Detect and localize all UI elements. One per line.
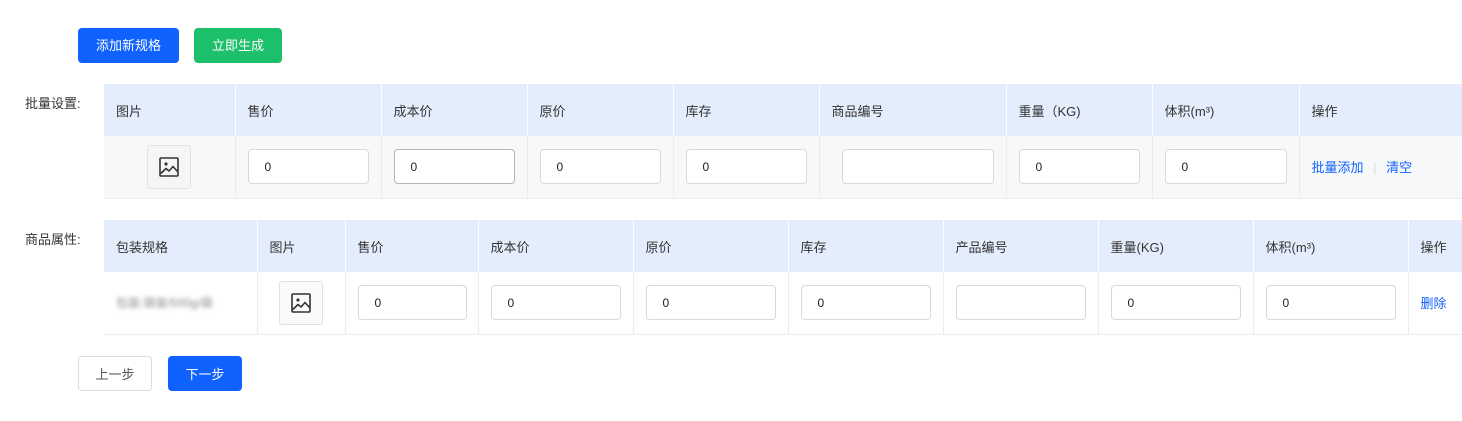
- attrs-col-stock: 库存: [788, 220, 944, 272]
- attrs-col-sku: 产品编号: [943, 220, 1099, 272]
- batch-row: 批量添加 | 清空: [104, 136, 1462, 199]
- batch-col-image: 图片: [104, 84, 236, 136]
- attrs-col-image: 图片: [257, 220, 346, 272]
- batch-stock-input[interactable]: [685, 149, 807, 185]
- batch-add-link[interactable]: 批量添加: [1312, 160, 1364, 175]
- delete-row-link[interactable]: 删除: [1421, 296, 1447, 311]
- table-row: 包装:袋装/500g/袋 删除: [104, 272, 1462, 335]
- batch-col-stock: 库存: [673, 84, 820, 136]
- row-cost-input[interactable]: [490, 285, 621, 321]
- row-weight-input[interactable]: [1110, 285, 1241, 321]
- batch-settings-table: 图片 售价 成本价 原价 库存 商品编号 重量（KG) 体积(m³) 操作 0 …: [104, 84, 1462, 199]
- attrs-header-row: 包装规格 图片 售价 成本价 原价 库存 产品编号 重量(KG) 体积(m³) …: [104, 220, 1462, 272]
- product-attributes-label: 商品属性:: [25, 232, 81, 247]
- clear-link[interactable]: 清空: [1386, 160, 1412, 175]
- row-stock-input[interactable]: [800, 285, 931, 321]
- attrs-col-spec: 包装规格: [104, 220, 258, 272]
- action-divider: |: [1373, 160, 1377, 176]
- batch-header-row: 图片 售价 成本价 原价 库存 商品编号 重量（KG) 体积(m³) 操作: [104, 84, 1462, 136]
- row-price-input[interactable]: [357, 285, 467, 321]
- spec-name: 包装:袋装/500g/袋: [116, 296, 213, 311]
- image-icon: [159, 156, 180, 177]
- add-spec-button[interactable]: 添加新规格: [78, 28, 179, 63]
- sku-editor: 添加新规格 立即生成 批量设置: 图片 售价 成本价 原价 库存 商品编号 重量…: [0, 0, 1462, 421]
- next-step-button[interactable]: 下一步: [168, 356, 242, 391]
- attrs-col-actions: 操作: [1408, 220, 1462, 272]
- batch-col-weight: 重量（KG): [1006, 84, 1153, 136]
- attrs-col-weight: 重量(KG): [1098, 220, 1254, 272]
- batch-col-price: 售价: [235, 84, 382, 136]
- batch-volume-input[interactable]: [1164, 149, 1287, 185]
- attrs-col-original: 原价: [633, 220, 789, 272]
- batch-image-upload[interactable]: [147, 144, 192, 189]
- batch-price-input[interactable]: [247, 149, 369, 185]
- row-original-price-input[interactable]: [645, 285, 776, 321]
- batch-sku-input[interactable]: [841, 149, 994, 185]
- row-volume-input[interactable]: [1265, 285, 1396, 321]
- batch-col-original: 原价: [527, 84, 674, 136]
- batch-weight-input[interactable]: [1018, 149, 1140, 185]
- attrs-col-cost: 成本价: [478, 220, 634, 272]
- attrs-col-price: 售价: [345, 220, 479, 272]
- batch-settings-label: 批量设置:: [25, 96, 81, 111]
- batch-col-cost: 成本价: [381, 84, 528, 136]
- attrs-col-volume: 体积(m³): [1253, 220, 1409, 272]
- image-icon: [291, 292, 311, 313]
- row-sku-input[interactable]: [955, 285, 1086, 321]
- batch-col-sku: 商品编号: [819, 84, 1007, 136]
- batch-original-price-input[interactable]: [539, 149, 661, 185]
- batch-cost-input[interactable]: [393, 149, 515, 185]
- batch-col-volume: 体积(m³): [1152, 84, 1300, 136]
- row-image-upload[interactable]: [279, 280, 323, 325]
- generate-now-button[interactable]: 立即生成: [194, 28, 282, 63]
- batch-col-actions: 操作: [1299, 84, 1462, 136]
- prev-step-button[interactable]: 上一步: [78, 356, 152, 391]
- product-attributes-table: 包装规格 图片 售价 成本价 原价 库存 产品编号 重量(KG) 体积(m³) …: [104, 220, 1462, 335]
